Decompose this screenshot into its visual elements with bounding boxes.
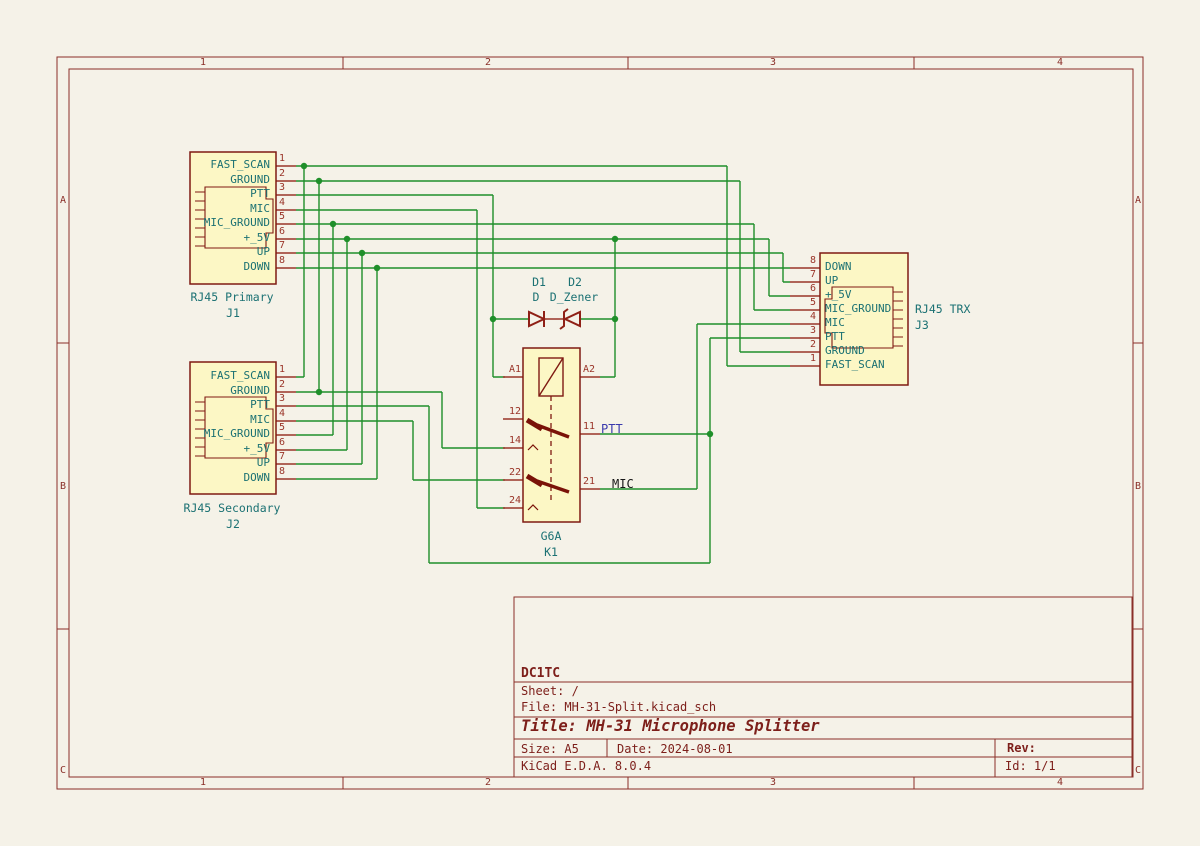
pin-number: 7 [810, 270, 816, 280]
pin-number: 7 [279, 241, 285, 251]
pin-name: +_5V [244, 443, 271, 454]
pin-number: 24 [509, 496, 521, 506]
pin-name: +_5V [244, 232, 271, 243]
grid-col-4-top: 4 [1057, 58, 1063, 68]
pin-name: UP [257, 246, 270, 257]
grid-col-2-top: 2 [485, 58, 491, 68]
d1-value: D [533, 292, 540, 304]
grid-col-3-bottom: 3 [770, 778, 776, 788]
pin-name: +_5V [825, 289, 852, 300]
pin-name: MIC_GROUND [204, 428, 270, 439]
grid-row-b-right: B [1135, 482, 1141, 492]
pin-number: 5 [279, 423, 285, 433]
pin-number: 2 [279, 169, 285, 179]
pin-number: 1 [810, 354, 816, 364]
grid-row-c-right: C [1135, 766, 1141, 776]
pin-number: 1 [279, 154, 285, 164]
d2-zener-diode-symbol[interactable] [560, 309, 580, 329]
pin-number: 2 [279, 380, 285, 390]
grid-row-c-left: C [60, 766, 66, 776]
pin-number: 7 [279, 452, 285, 462]
pin-number: 3 [279, 183, 285, 193]
grid-col-4-bottom: 4 [1057, 778, 1063, 788]
j2-ref: J2 [226, 519, 240, 531]
pin-name: DOWN [244, 472, 271, 483]
j3-value: RJ45 TRX [915, 304, 970, 316]
pin-name: PTT [250, 399, 270, 410]
pin-name: FAST_SCAN [825, 359, 885, 370]
titleblock-rev: Rev: [1007, 742, 1036, 754]
kicad-schematic-page: { "frame": { "columns": ["1", "2", "3", … [0, 0, 1200, 846]
d2-value: D_Zener [550, 292, 598, 304]
pin-number: 22 [509, 468, 521, 478]
pin-number: 8 [279, 467, 285, 477]
pin-name: GROUND [230, 385, 270, 396]
mic-net-label: MIC [612, 478, 634, 490]
grid-col-1-top: 1 [200, 58, 206, 68]
titleblock-date: Date: 2024-08-01 [617, 743, 733, 755]
pin-name: MIC_GROUND [825, 303, 891, 314]
pin-number: 21 [583, 477, 595, 487]
titleblock-id: Id: 1/1 [1005, 760, 1056, 772]
pin-number: 6 [810, 284, 816, 294]
d1-ref: D1 [532, 277, 546, 289]
pin-name: DOWN [244, 261, 271, 272]
d2-ref: D2 [568, 277, 582, 289]
j1-ref: J1 [226, 308, 240, 320]
pin-name: MIC [250, 203, 270, 214]
pin-name: GROUND [825, 345, 865, 356]
titleblock-file: File: MH-31-Split.kicad_sch [521, 701, 716, 713]
pin-number: 3 [810, 326, 816, 336]
pin-number: A2 [583, 365, 595, 375]
pin-number: 6 [279, 438, 285, 448]
pin-name: FAST_SCAN [210, 159, 270, 170]
grid-col-2-bottom: 2 [485, 778, 491, 788]
pin-name: MIC [250, 414, 270, 425]
grid-row-b-left: B [60, 482, 66, 492]
pin-number: 14 [509, 436, 521, 446]
titleblock-sheet: Sheet: / [521, 685, 579, 697]
pin-number: 4 [279, 409, 285, 419]
k1-ref: K1 [544, 547, 558, 559]
pin-number: 5 [810, 298, 816, 308]
pin-name: DOWN [825, 261, 852, 272]
titleblock-title: Title: MH-31 Microphone Splitter [521, 719, 820, 735]
symbol-bodies [190, 152, 908, 522]
pin-number: 12 [509, 407, 521, 417]
titleblock-company: DC1TC [521, 667, 560, 680]
j3-ref: J3 [915, 320, 929, 332]
pin-number: 4 [279, 198, 285, 208]
pin-name: MIC_GROUND [204, 217, 270, 228]
titleblock-app: KiCad E.D.A. 8.0.4 [521, 760, 651, 772]
pin-number: 8 [810, 256, 816, 266]
pin-number: 11 [583, 422, 595, 432]
pin-number: 8 [279, 256, 285, 266]
k1-value: G6A [541, 531, 562, 543]
pin-number: 6 [279, 227, 285, 237]
pin-name: PTT [825, 331, 845, 342]
pin-number: 4 [810, 312, 816, 322]
pin-name: UP [825, 275, 838, 286]
pin-name: PTT [250, 188, 270, 199]
grid-row-a-left: A [60, 196, 66, 206]
pin-number: 1 [279, 365, 285, 375]
pin-name: MIC [825, 317, 845, 328]
title-block-frame [514, 597, 1132, 777]
j2-value: RJ45 Secondary [184, 503, 281, 515]
pin-name: GROUND [230, 174, 270, 185]
grid-row-a-right: A [1135, 196, 1141, 206]
grid-col-1-bottom: 1 [200, 778, 206, 788]
titleblock-size: Size: A5 [521, 743, 579, 755]
j1-value: RJ45 Primary [190, 292, 273, 304]
grid-col-3-top: 3 [770, 58, 776, 68]
pin-name: FAST_SCAN [210, 370, 270, 381]
pin-number: 3 [279, 394, 285, 404]
ptt-net-label: PTT [601, 423, 623, 435]
pin-number: 2 [810, 340, 816, 350]
d1-diode-symbol[interactable] [529, 311, 544, 327]
pin-name: UP [257, 457, 270, 468]
pin-number: A1 [509, 365, 521, 375]
pin-number: 5 [279, 212, 285, 222]
